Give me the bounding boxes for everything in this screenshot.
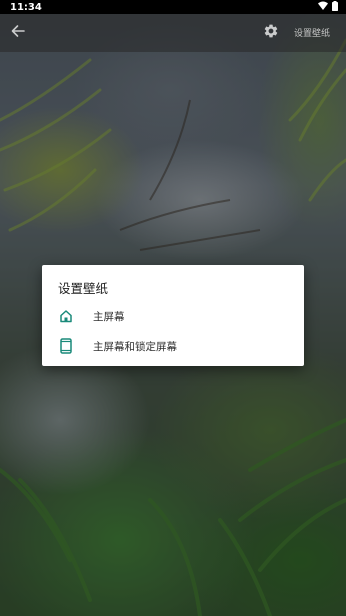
gear-icon — [263, 23, 279, 43]
screen: 11:34 设置壁纸 设置壁纸 主屏幕 主屏幕和锁定屏幕 — [0, 0, 346, 616]
home-icon — [58, 308, 74, 324]
status-bar: 11:34 — [0, 0, 346, 14]
option-home-and-lock-screen-label: 主屏幕和锁定屏幕 — [93, 341, 177, 353]
set-wallpaper-dialog: 设置壁纸 主屏幕 主屏幕和锁定屏幕 — [42, 265, 304, 366]
status-time: 11:34 — [10, 1, 42, 13]
option-home-screen-label: 主屏幕 — [93, 311, 125, 323]
back-arrow-icon — [10, 23, 26, 43]
wifi-icon — [318, 1, 328, 13]
top-toolbar: 设置壁纸 — [0, 14, 346, 52]
battery-icon — [332, 0, 338, 14]
set-wallpaper-button[interactable]: 设置壁纸 — [294, 26, 330, 39]
dialog-title: 设置壁纸 — [58, 281, 109, 296]
settings-button[interactable] — [262, 24, 280, 42]
option-home-and-lock-screen[interactable]: 主屏幕和锁定屏幕 — [42, 331, 304, 361]
back-button[interactable] — [8, 23, 28, 43]
status-icons — [318, 0, 338, 14]
option-home-screen[interactable]: 主屏幕 — [42, 301, 304, 331]
phone-icon — [58, 338, 74, 354]
